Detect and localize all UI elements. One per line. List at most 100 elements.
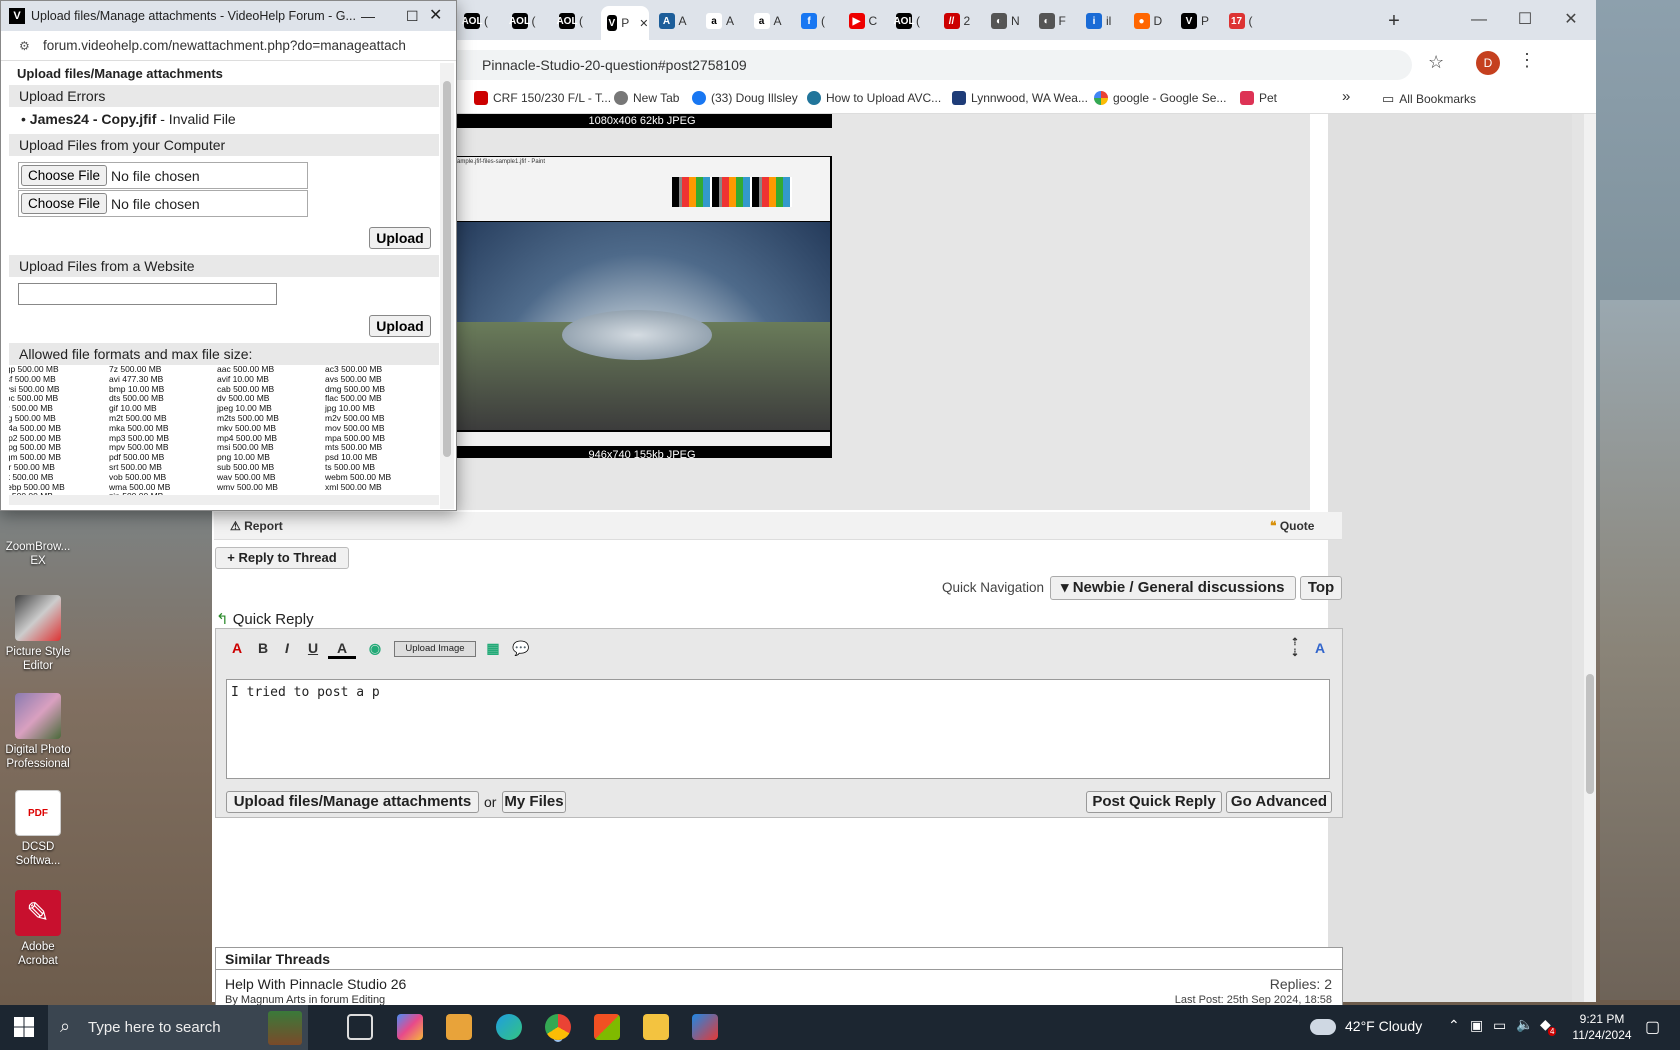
font-color-button[interactable]: A [328,637,356,659]
video-icon[interactable]: ▦ [484,637,502,659]
network-icon[interactable]: ▭ [1493,1017,1506,1034]
bookmark-item[interactable]: google - Google Se... [1094,91,1226,105]
bold-button[interactable]: B [254,637,272,659]
browser-tab[interactable]: AOL( [458,8,502,34]
upload-manage-attachments-button[interactable]: Upload files/Manage attachments [226,791,479,813]
windows-start-icon[interactable] [14,1017,34,1037]
upload-image-button[interactable]: Upload Image [394,641,476,657]
volume-icon[interactable]: 🔈 [1516,1016,1533,1033]
post-quick-reply-button[interactable]: Post Quick Reply [1086,791,1222,813]
clock[interactable]: 9:21 PM 11/24/2024 [1565,1011,1639,1043]
minimize-button[interactable]: — [1456,0,1502,40]
taskbar-search-box[interactable]: ⌕ Type here to search [48,1005,308,1050]
formats-horizontal-scrollbar[interactable] [9,495,439,505]
desktop-icon-dcsd[interactable]: PDF DCSD Softwa... [2,790,74,868]
browser-tab[interactable]: ● D [1128,8,1172,34]
toggle-editor-mode-icon[interactable]: A [1310,637,1330,659]
choose-file-button[interactable]: Choose File [21,165,107,186]
resize-editor-icon[interactable]: ⇡ ⇣ [1288,637,1302,659]
scrollbar-thumb[interactable] [1586,674,1594,794]
popup-close-button[interactable]: ✕ [429,1,442,31]
weather-text[interactable]: 42°F Cloudy [1345,1018,1422,1034]
notifications-icon[interactable]: ▢ [1645,1017,1660,1037]
upload-website-button[interactable]: Upload [369,315,431,337]
browser-tab[interactable]: f( [795,8,839,34]
reply-to-thread-button[interactable]: + Reply to Thread [215,547,349,569]
browser-tab[interactable]: i il [1080,8,1124,34]
popup-maximize-button[interactable]: ☐ [406,1,419,31]
tab-label: ( [579,14,583,28]
pinnacle-icon[interactable] [692,1014,718,1040]
report-link[interactable]: ⚠ Report [230,519,283,533]
file-input-1[interactable]: Choose File No file chosen [18,162,308,189]
remove-format-icon[interactable]: A [228,637,246,659]
meet-icon[interactable]: ▣ [1470,1017,1483,1034]
popup-scrollbar[interactable] [440,63,454,509]
browser-tab[interactable]: AOL( [553,8,597,34]
desktop-icon-zoombrowser[interactable]: ZoomBrow... EX [2,540,74,568]
quote-link[interactable]: ❝ Quote [1270,519,1314,533]
browser-tab[interactable]: V P ✕ [600,6,649,40]
choose-file-button[interactable]: Choose File [21,193,107,214]
bookmark-item[interactable]: (33) Doug Illsley [692,91,798,105]
site-info-icon[interactable]: ⚙ [19,31,30,61]
top-button[interactable]: Top [1300,576,1342,600]
attachment-image[interactable]: sample.jfif-files-sample1.jfif - Paint 9… [452,156,832,461]
store-icon[interactable] [594,1014,620,1040]
menu-kebab-icon[interactable]: ⋮ [1518,50,1536,71]
edge-icon[interactable] [496,1014,522,1040]
copilot-icon[interactable] [397,1014,423,1040]
close-tab-icon[interactable]: ✕ [639,17,648,30]
chrome-icon[interactable] [545,1014,571,1040]
browser-tab[interactable]: aA [700,8,744,34]
new-tab-button[interactable]: + [1380,8,1408,34]
bookmark-item[interactable]: CRF 150/230 F/L - T... [474,91,611,105]
website-url-input[interactable] [18,283,277,305]
weather-channel-icon [952,91,966,105]
browser-tab[interactable]: ▶ C [843,8,887,34]
browser-tab[interactable]: AA [653,8,697,34]
desktop-icon-picture-style-editor[interactable]: Picture Style Editor [2,595,74,673]
bookmark-item[interactable]: How to Upload AVC... [807,91,941,105]
task-view-icon[interactable] [347,1014,373,1040]
bookmark-item[interactable]: Pet [1240,91,1277,105]
browser-tab[interactable]: VP [1175,8,1219,34]
all-bookmarks-button[interactable]: ▭ All Bookmarks [1382,91,1476,107]
popup-scrollbar-thumb[interactable] [443,81,451,457]
browser-tab[interactable]: //2 [938,8,982,34]
maximize-button[interactable]: ☐ [1502,0,1548,40]
bookmark-item[interactable]: Lynnwood, WA Wea... [952,91,1088,105]
similar-threads-box: Similar Threads Help With Pinnacle Studi… [215,947,1343,1007]
bookmark-star-icon[interactable]: ☆ [1428,52,1444,73]
url-input[interactable]: Pinnacle-Studio-20-question#post2758109 [452,50,1412,80]
popup-url-bar[interactable]: ⚙ forum.videohelp.com/newattachment.php?… [1,31,456,61]
close-window-button[interactable]: ✕ [1548,0,1594,40]
link-icon[interactable]: ◉ [366,637,384,659]
file-explorer-icon[interactable] [643,1014,669,1040]
popup-minimize-button[interactable]: — [361,1,375,31]
profile-avatar[interactable]: D [1476,51,1500,75]
browser-tab[interactable]: ◐ F [1033,8,1077,34]
desktop-icon-digital-photo-professional[interactable]: Digital Photo Professional [2,693,74,771]
browser-tab[interactable]: AOL( [890,8,934,34]
page-scrollbar[interactable] [1584,114,1596,1002]
desktop-icon-adobe-acrobat[interactable]: ✎ Adobe Acrobat [2,890,74,968]
tray-chevron-icon[interactable]: ⌃ [1448,1017,1460,1034]
bookmark-item[interactable]: New Tab [614,91,679,105]
reply-textarea[interactable]: I tried to post a p [226,679,1330,779]
more-bookmarks-button[interactable]: » [1342,88,1350,105]
quick-navigation-dropdown[interactable]: ▾ Newbie / General discussions [1050,576,1296,600]
browser-tab[interactable]: ◐ N [985,8,1029,34]
upload-computer-button[interactable]: Upload [369,227,431,249]
browser-tab[interactable]: aA [748,8,792,34]
underline-button[interactable]: U [304,637,322,659]
italic-button[interactable]: I [278,637,296,659]
quote-bubble-icon[interactable]: 💬 [512,637,530,659]
browser-tab[interactable]: 17( [1223,8,1267,34]
my-files-button[interactable]: My Files [502,791,566,813]
go-advanced-button[interactable]: Go Advanced [1226,791,1332,813]
media-player-icon[interactable] [446,1014,472,1040]
browser-tab[interactable]: AOL( [506,8,550,34]
similar-thread-link[interactable]: Help With Pinnacle Studio 26 [225,976,406,992]
file-input-2[interactable]: Choose File No file chosen [18,190,308,217]
